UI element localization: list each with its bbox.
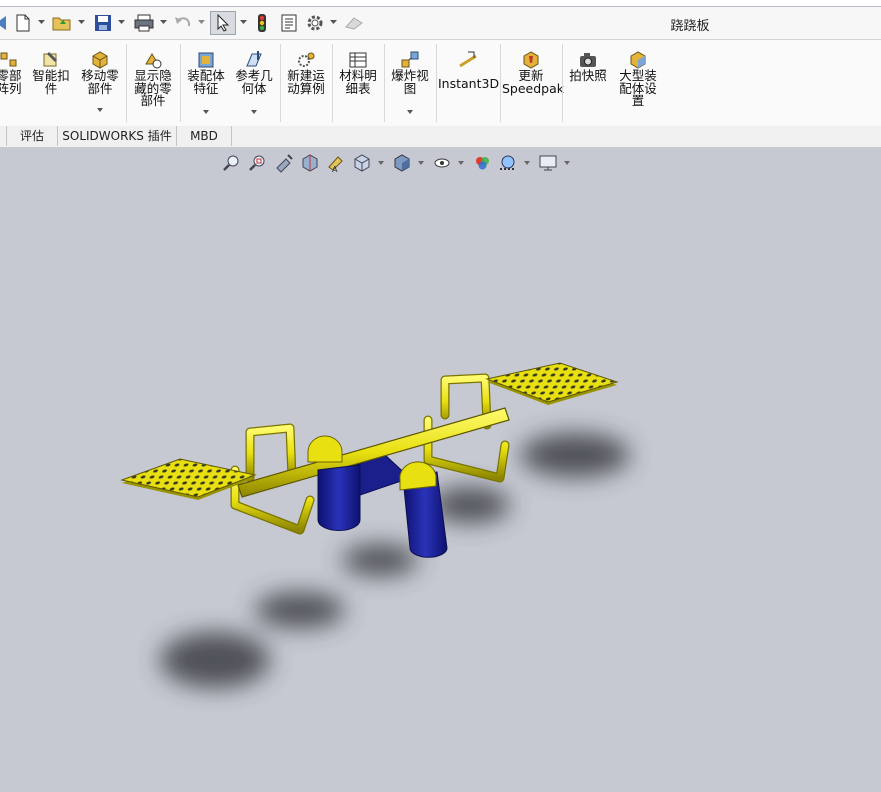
exploded-view-dropdown-icon[interactable] <box>407 110 413 114</box>
reference-geometry-button[interactable]: 参考几 何体 <box>230 40 278 126</box>
move-component-icon <box>92 51 108 69</box>
assembly-features-dropdown-icon[interactable] <box>203 110 209 114</box>
customize-icon[interactable] <box>342 11 366 35</box>
ribbon-separator <box>180 44 181 122</box>
instant3d-icon <box>459 51 477 68</box>
ribbon-separator <box>126 44 127 122</box>
ribbon-separator <box>562 44 563 122</box>
command-manager-tabs: 评估 SOLIDWORKS 插件 MBD <box>0 126 881 148</box>
update-speedpak-label: 更新 Speedpak <box>502 68 565 96</box>
large-assembly-settings-label: 大型装 配体设 置 <box>619 68 657 108</box>
ribbon-separator <box>384 44 385 122</box>
document-title: 跷跷板 <box>670 19 710 34</box>
seesaw-3d-model[interactable] <box>0 148 881 792</box>
instant3d-label: Instant3D <box>438 76 500 91</box>
new-document-icon[interactable] <box>12 11 34 35</box>
large-assembly-settings-button[interactable]: 大型装 配体设 置 <box>612 40 664 126</box>
reference-geometry-dropdown-icon[interactable] <box>251 110 257 114</box>
assembly-features-icon <box>198 52 214 68</box>
update-speedpak-button[interactable]: 更新 Speedpak <box>502 40 565 126</box>
title-bar: 跷跷板 <box>0 7 881 40</box>
show-hidden-components-icon <box>145 53 162 69</box>
ribbon-separator <box>436 44 437 122</box>
bill-of-materials-button[interactable]: 材料明 细表 <box>334 40 382 126</box>
home-icon[interactable] <box>0 11 8 35</box>
select-dropdown-icon[interactable] <box>240 19 247 26</box>
new-motion-study-icon <box>298 52 315 67</box>
exploded-view-button[interactable]: 爆炸视 图 <box>386 40 434 126</box>
linear-pattern-button[interactable]: 零部 阵列 <box>0 40 24 126</box>
update-speedpak-icon <box>523 51 539 69</box>
bill-of-materials-label: 材料明 细表 <box>339 68 377 96</box>
smart-fasteners-label: 智能扣 件 <box>32 68 70 96</box>
file-properties-icon[interactable] <box>278 11 300 35</box>
select-arrow-icon[interactable] <box>210 11 236 35</box>
rebuild-traffic-light-icon[interactable] <box>252 11 272 35</box>
move-component-button[interactable]: 移动零 部件 <box>76 40 124 126</box>
camera-icon <box>580 53 596 67</box>
instant3d-button[interactable]: Instant3D <box>438 40 500 126</box>
options-gear-icon[interactable] <box>304 11 326 35</box>
show-hidden-components-label: 显示隐 藏的零 部件 <box>134 68 172 108</box>
take-snapshot-label: 拍快照 <box>569 68 607 83</box>
undo-dropdown-icon[interactable] <box>198 19 205 26</box>
options-dropdown-icon[interactable] <box>330 19 337 26</box>
tab-solidworks-addins[interactable]: SOLIDWORKS 插件 <box>58 126 177 146</box>
assembly-features-label: 装配体 特征 <box>187 68 225 96</box>
move-component-label: 移动零 部件 <box>81 68 119 96</box>
bill-of-materials-icon <box>349 52 367 68</box>
open-dropdown-icon[interactable] <box>78 19 85 26</box>
assembly-features-button[interactable]: 装配体 特征 <box>182 40 230 126</box>
exploded-view-icon <box>401 51 419 68</box>
tab-evaluate[interactable]: 评估 <box>7 126 58 146</box>
ribbon-separator <box>500 44 501 122</box>
large-assembly-settings-icon <box>630 51 646 69</box>
linear-pattern-label: 零部 阵列 <box>0 68 22 96</box>
tab-mbd[interactable]: MBD <box>177 126 232 146</box>
ribbon-separator <box>280 44 281 122</box>
left-seat-cap <box>307 435 343 463</box>
show-hidden-components-button[interactable]: 显示隐 藏的零 部件 <box>128 40 178 126</box>
right-foot-plate <box>485 362 619 405</box>
reference-geometry-icon <box>246 51 262 67</box>
open-file-icon[interactable] <box>50 11 74 35</box>
save-icon[interactable] <box>92 11 114 35</box>
ribbon-separator <box>332 44 333 122</box>
tab-hidden[interactable] <box>0 126 7 146</box>
window-top-edge <box>0 0 881 7</box>
save-dropdown-icon[interactable] <box>118 19 125 26</box>
take-snapshot-button[interactable]: 拍快照 <box>564 40 612 126</box>
smart-fasteners-button[interactable]: 智能扣 件 <box>28 40 74 126</box>
reference-geometry-label: 参考几 何体 <box>235 68 273 96</box>
new-dropdown-icon[interactable] <box>38 19 45 26</box>
new-motion-study-button[interactable]: 新建运 动算例 <box>282 40 330 126</box>
move-component-dropdown-icon[interactable] <box>97 108 103 112</box>
exploded-view-label: 爆炸视 图 <box>391 68 429 96</box>
print-dropdown-icon[interactable] <box>160 19 167 26</box>
new-motion-study-label: 新建运 动算例 <box>287 68 325 96</box>
print-icon[interactable] <box>132 11 156 35</box>
smart-fasteners-icon <box>43 52 57 67</box>
right-seat-cap <box>399 461 437 491</box>
command-manager-ribbon: 零部 阵列 智能扣 件 移动零 部件 显示隐 藏的零 部件 装配体 特征 参考几… <box>0 40 881 127</box>
undo-icon[interactable] <box>172 11 194 35</box>
linear-pattern-icon <box>0 52 17 67</box>
